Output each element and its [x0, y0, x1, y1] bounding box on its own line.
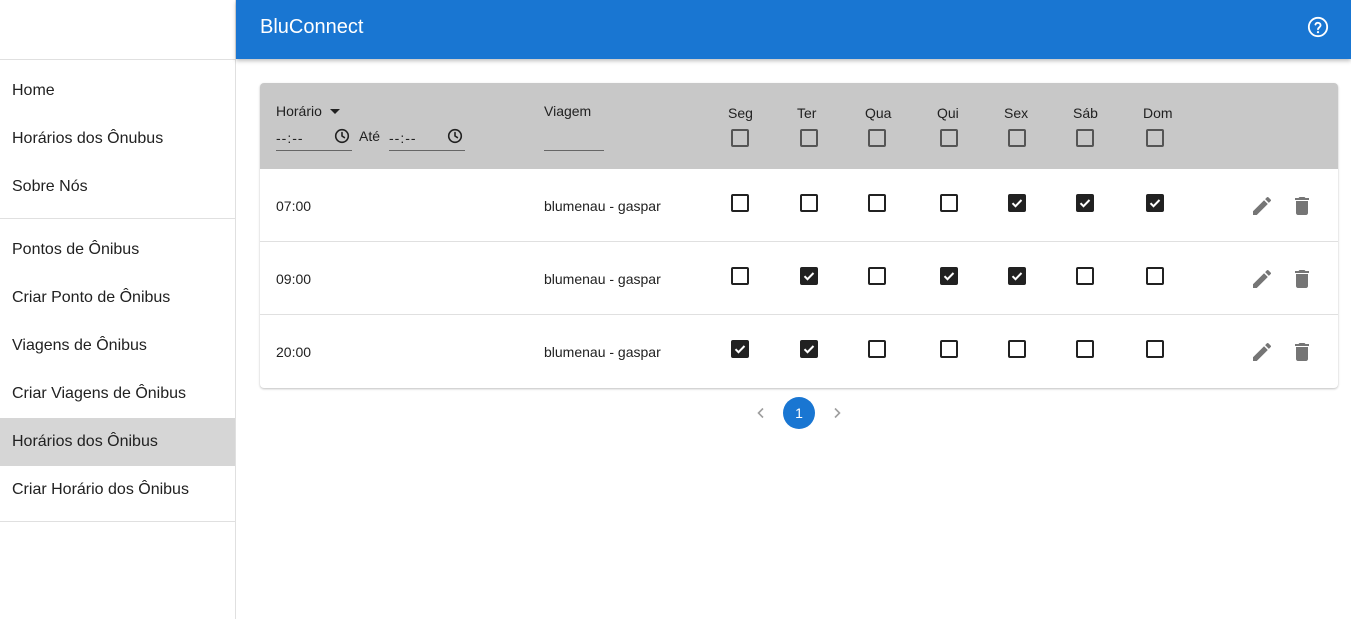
header-viagem: Viagem: [544, 103, 592, 119]
edit-icon[interactable]: [1250, 267, 1274, 291]
header-sab: Sáb: [1073, 105, 1098, 121]
checkbox-sab[interactable]: [1076, 340, 1094, 358]
checkbox-ter[interactable]: [800, 340, 818, 358]
nav-group-public: Home Horários dos Ônubus Sobre Nós: [0, 60, 235, 219]
nav-item-sobre-nos[interactable]: Sobre Nós: [0, 163, 235, 211]
header-dom: Dom: [1143, 105, 1173, 121]
filter-checkbox-seg[interactable]: [731, 129, 749, 147]
cell-horario: 09:00: [276, 271, 312, 287]
checkbox-sex[interactable]: [1008, 340, 1026, 358]
filter-checkbox-sex[interactable]: [1008, 129, 1026, 147]
nav-item-viagens[interactable]: Viagens de Ônibus: [0, 322, 235, 370]
nav-item-pontos-onibus[interactable]: Pontos de Ônibus: [0, 226, 235, 274]
header-horario[interactable]: Horário: [276, 103, 322, 119]
time-from-value: --:--: [276, 130, 304, 146]
checkbox-qua[interactable]: [868, 267, 886, 285]
checkbox-qui[interactable]: [940, 340, 958, 358]
cell-horario: 20:00: [276, 344, 312, 360]
clock-icon[interactable]: [334, 128, 350, 144]
header-qui: Qui: [937, 105, 959, 121]
checkbox-seg[interactable]: [731, 194, 749, 212]
nav-item-horarios-onubus[interactable]: Horários dos Ônubus: [0, 115, 235, 163]
sidebar: Home Horários dos Ônubus Sobre Nós Ponto…: [0, 0, 236, 619]
checkbox-seg[interactable]: [731, 267, 749, 285]
cell-viagem: blumenau - gaspar: [544, 198, 661, 214]
checkbox-sex[interactable]: [1008, 194, 1026, 212]
page-button-current[interactable]: 1: [783, 397, 815, 429]
table-header: Horário --:-- Até --:-- Viagem Seg Ter Q…: [260, 83, 1338, 169]
time-to-input[interactable]: --:--: [389, 125, 465, 151]
cell-horario: 07:00: [276, 198, 312, 214]
checkbox-sab[interactable]: [1076, 267, 1094, 285]
time-from-input[interactable]: --:--: [276, 125, 352, 151]
checkbox-qua[interactable]: [868, 194, 886, 212]
checkbox-sab[interactable]: [1076, 194, 1094, 212]
app-bar: BluConnect: [236, 0, 1351, 59]
checkbox-seg[interactable]: [731, 340, 749, 358]
chevron-left-icon[interactable]: [753, 405, 769, 421]
checkbox-qui[interactable]: [940, 194, 958, 212]
header-seg: Seg: [728, 105, 753, 121]
checkbox-dom[interactable]: [1146, 267, 1164, 285]
sort-caret-icon[interactable]: [330, 109, 340, 114]
filter-checkbox-sab[interactable]: [1076, 129, 1094, 147]
checkbox-ter[interactable]: [800, 194, 818, 212]
chevron-right-icon[interactable]: [829, 405, 845, 421]
filter-checkbox-dom[interactable]: [1146, 129, 1164, 147]
delete-icon[interactable]: [1290, 340, 1314, 364]
checkbox-dom[interactable]: [1146, 194, 1164, 212]
header-ate: Até: [359, 128, 381, 144]
schedule-table: Horário --:-- Até --:-- Viagem Seg Ter Q…: [260, 83, 1338, 388]
header-qua: Qua: [865, 105, 892, 121]
checkbox-qua[interactable]: [868, 340, 886, 358]
table-row: 09:00 blumenau - gaspar: [260, 242, 1338, 315]
pagination: 1: [0, 397, 1351, 429]
table-row: 20:00 blumenau - gaspar: [260, 315, 1338, 388]
edit-icon[interactable]: [1250, 194, 1274, 218]
header-sex: Sex: [1004, 105, 1029, 121]
sidebar-header: [0, 0, 235, 60]
checkbox-qui[interactable]: [940, 267, 958, 285]
table-row: 07:00 blumenau - gaspar: [260, 169, 1338, 242]
nav-item-home[interactable]: Home: [0, 67, 235, 115]
edit-icon[interactable]: [1250, 340, 1274, 364]
filter-checkbox-qui[interactable]: [940, 129, 958, 147]
delete-icon[interactable]: [1290, 267, 1314, 291]
filter-checkbox-ter[interactable]: [800, 129, 818, 147]
header-ter: Ter: [797, 105, 817, 121]
clock-icon[interactable]: [447, 128, 463, 144]
nav-item-criar-horario[interactable]: Criar Horário dos Ônibus: [0, 466, 235, 514]
delete-icon[interactable]: [1290, 194, 1314, 218]
time-to-value: --:--: [389, 130, 417, 146]
checkbox-ter[interactable]: [800, 267, 818, 285]
app-title: BluConnect: [260, 16, 364, 38]
cell-viagem: blumenau - gaspar: [544, 344, 661, 360]
cell-viagem: blumenau - gaspar: [544, 271, 661, 287]
viagem-filter-input[interactable]: [544, 125, 604, 151]
nav-item-criar-ponto[interactable]: Criar Ponto de Ônibus: [0, 274, 235, 322]
filter-checkbox-qua[interactable]: [868, 129, 886, 147]
nav-group-admin: Pontos de Ônibus Criar Ponto de Ônibus V…: [0, 219, 235, 522]
help-circle-icon[interactable]: [1307, 16, 1329, 38]
checkbox-sex[interactable]: [1008, 267, 1026, 285]
checkbox-dom[interactable]: [1146, 340, 1164, 358]
